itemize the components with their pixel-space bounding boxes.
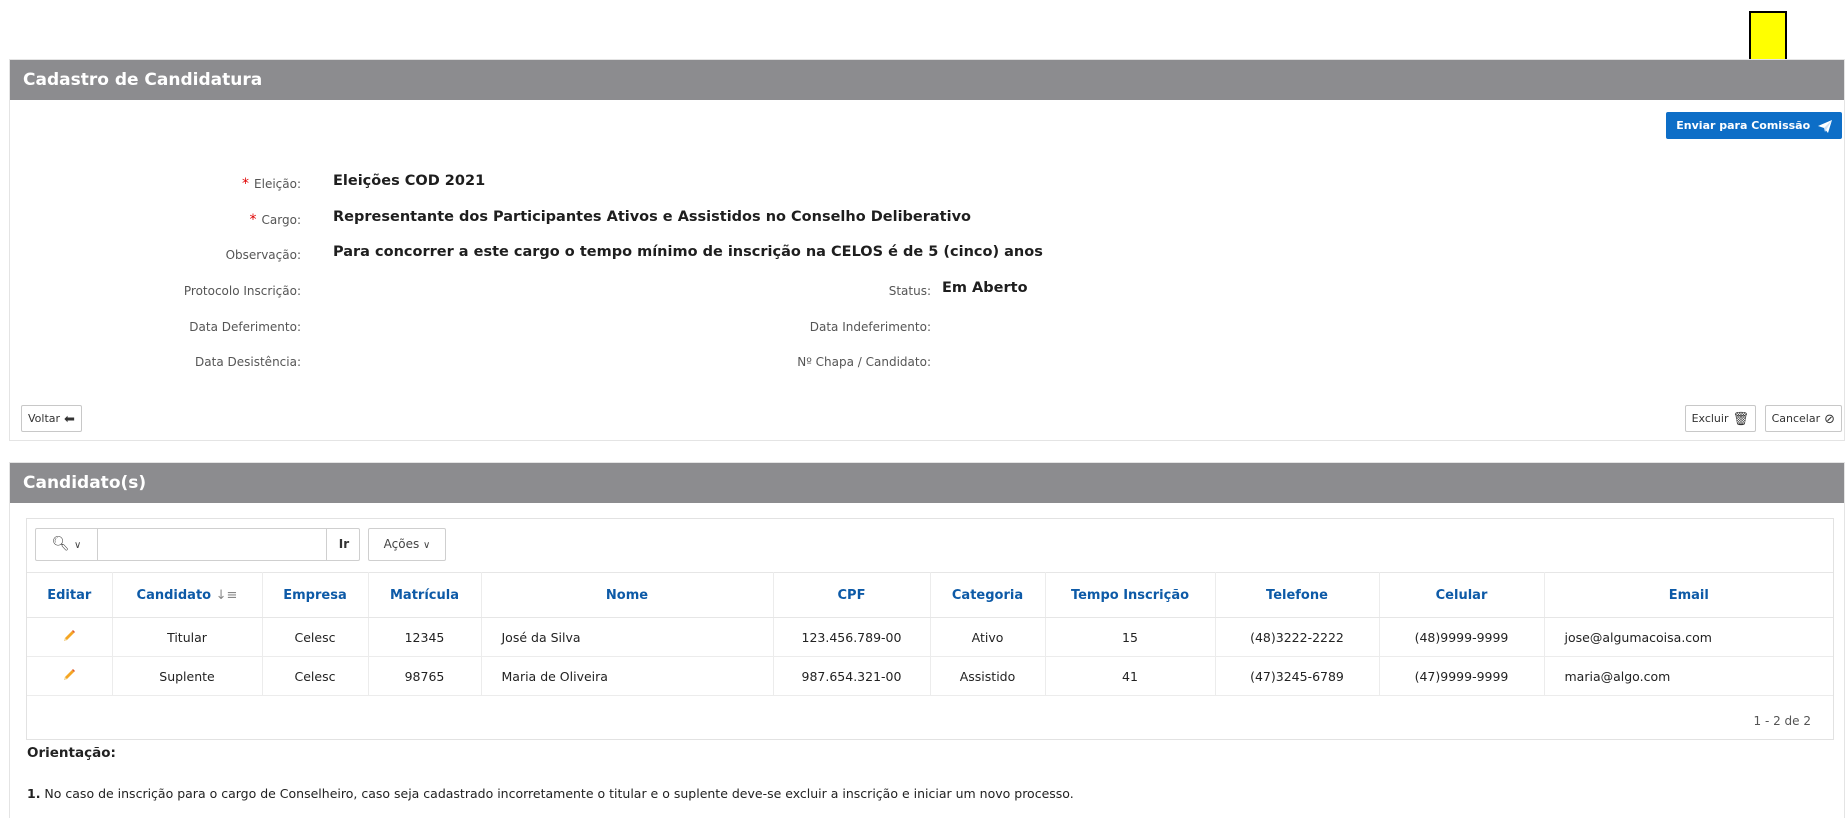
orientacao-item-number: 1.	[27, 786, 41, 801]
table-header-row: Editar Candidato ↓≡ Empresa Matrícula No…	[27, 572, 1833, 618]
pencil-icon[interactable]	[61, 628, 77, 644]
search-box: 🔍︎ ∨ Ir	[35, 528, 360, 561]
orientacao-title: Orientação:	[27, 745, 116, 761]
voltar-label: Voltar	[28, 412, 61, 425]
search-icon: 🔍︎	[51, 536, 70, 552]
chapa-candidato-label: Nº Chapa / Candidato:	[797, 355, 931, 369]
nome-cell: José da Silva	[481, 617, 774, 657]
cpf-cell: 987.654.321-00	[773, 656, 931, 696]
search-column-dropdown[interactable]: 🔍︎ ∨	[36, 529, 98, 560]
col-telefone[interactable]: Telefone	[1215, 572, 1380, 618]
voltar-button[interactable]: Voltar ⬅	[21, 405, 82, 432]
data-deferimento-label: Data Deferimento:	[189, 320, 301, 334]
table-row: Titular Celesc 12345 José da Silva 123.4…	[27, 617, 1833, 657]
chevron-down-icon: ∨	[73, 540, 82, 551]
candidatos-region-title: Candidato(s)	[10, 463, 1844, 503]
orientacao-item: 1. No caso de inscrição para o cargo de …	[27, 786, 1074, 801]
candidatos-region: Candidato(s) 🔍︎ ∨ Ir Ações ∨ Editar Cand…	[9, 462, 1845, 818]
data-desistencia-label: Data Desistência:	[195, 355, 301, 369]
search-input[interactable]	[99, 530, 325, 559]
required-marker: *	[242, 176, 250, 192]
trash-icon: 🗑	[1732, 411, 1749, 427]
telefone-cell: (47)3245-6789	[1215, 656, 1380, 696]
col-nome[interactable]: Nome	[481, 572, 774, 618]
observacao-label: Observação:	[225, 248, 301, 262]
edit-cell[interactable]	[27, 656, 113, 696]
categoria-cell: Assistido	[930, 656, 1046, 696]
sort-descending-icon: ↓≡	[215, 587, 238, 603]
pagination-info: 1 - 2 de 2	[1753, 714, 1812, 728]
candidato-cell: Suplente	[112, 656, 263, 696]
send-to-commission-button[interactable]: Enviar para Comissão	[1666, 112, 1842, 139]
orientacao-item-text: No caso de inscrição para o cargo de Con…	[40, 786, 1074, 801]
empresa-cell: Celesc	[262, 617, 369, 657]
paper-plane-icon	[1818, 119, 1832, 133]
table-row: Suplente Celesc 98765 Maria de Oliveira …	[27, 656, 1833, 696]
col-cpf[interactable]: CPF	[773, 572, 931, 618]
chevron-down-icon: ∨	[423, 540, 431, 551]
tempo-cell: 41	[1045, 656, 1216, 696]
status-value: Em Aberto	[942, 280, 1028, 296]
empresa-cell: Celesc	[262, 656, 369, 696]
celular-cell: (47)9999-9999	[1379, 656, 1545, 696]
eleicao-value: Eleições COD 2021	[333, 173, 486, 189]
candidato-cell: Titular	[112, 617, 263, 657]
edit-cell[interactable]	[27, 617, 113, 657]
pencil-icon[interactable]	[61, 667, 77, 683]
cancelar-label: Cancelar	[1771, 412, 1821, 425]
cadastro-region-title: Cadastro de Candidatura	[10, 60, 1844, 100]
cargo-value: Representante dos Participantes Ativos e…	[333, 209, 971, 225]
col-matricula[interactable]: Matrícula	[368, 572, 482, 618]
email-cell: maria@algo.com	[1544, 656, 1833, 696]
tempo-cell: 15	[1045, 617, 1216, 657]
required-marker: *	[249, 212, 257, 228]
col-candidato-label: Candidato	[136, 587, 212, 603]
col-editar[interactable]: Editar	[27, 572, 113, 618]
nome-cell: Maria de Oliveira	[481, 656, 774, 696]
col-candidato[interactable]: Candidato ↓≡	[112, 572, 263, 618]
excluir-label: Excluir	[1691, 412, 1729, 425]
candidatos-report: 🔍︎ ∨ Ir Ações ∨ Editar Candidato ↓≡ Empr…	[26, 518, 1834, 740]
telefone-cell: (48)3222-2222	[1215, 617, 1380, 657]
send-to-commission-label: Enviar para Comissão	[1676, 119, 1811, 132]
col-email[interactable]: Email	[1544, 572, 1833, 618]
cargo-label: * Cargo:	[250, 212, 301, 228]
matricula-cell: 98765	[368, 656, 482, 696]
status-label: Status:	[888, 284, 931, 298]
ban-icon: ⊘	[1824, 411, 1835, 427]
reply-arrow-icon: ⬅	[64, 411, 75, 427]
excluir-button[interactable]: Excluir 🗑	[1684, 405, 1756, 432]
col-categoria[interactable]: Categoria	[930, 572, 1046, 618]
cadastro-region: Cadastro de Candidatura Enviar para Comi…	[9, 59, 1845, 441]
col-tempo-inscricao[interactable]: Tempo Inscrição	[1045, 572, 1216, 618]
data-indeferimento-label: Data Indeferimento:	[809, 320, 931, 334]
cargo-label-text: Cargo:	[261, 213, 301, 227]
col-empresa[interactable]: Empresa	[262, 572, 369, 618]
acoes-label: Ações	[383, 537, 420, 551]
eleicao-label: * Eleição:	[242, 176, 301, 192]
candidatos-table: Editar Candidato ↓≡ Empresa Matrícula No…	[27, 572, 1833, 696]
eleicao-label-text: Eleição:	[254, 177, 301, 191]
protocolo-label: Protocolo Inscrição:	[183, 284, 301, 298]
categoria-cell: Ativo	[930, 617, 1046, 657]
email-cell: jose@algumacoisa.com	[1544, 617, 1833, 657]
cpf-cell: 123.456.789-00	[773, 617, 931, 657]
acoes-menu-button[interactable]: Ações ∨	[368, 528, 446, 561]
observacao-value: Para concorrer a este cargo o tempo míni…	[333, 244, 1043, 260]
cancelar-button[interactable]: Cancelar ⊘	[1764, 405, 1842, 432]
celular-cell: (48)9999-9999	[1379, 617, 1545, 657]
matricula-cell: 12345	[368, 617, 482, 657]
go-button[interactable]: Ir	[326, 529, 361, 560]
col-celular[interactable]: Celular	[1379, 572, 1545, 618]
